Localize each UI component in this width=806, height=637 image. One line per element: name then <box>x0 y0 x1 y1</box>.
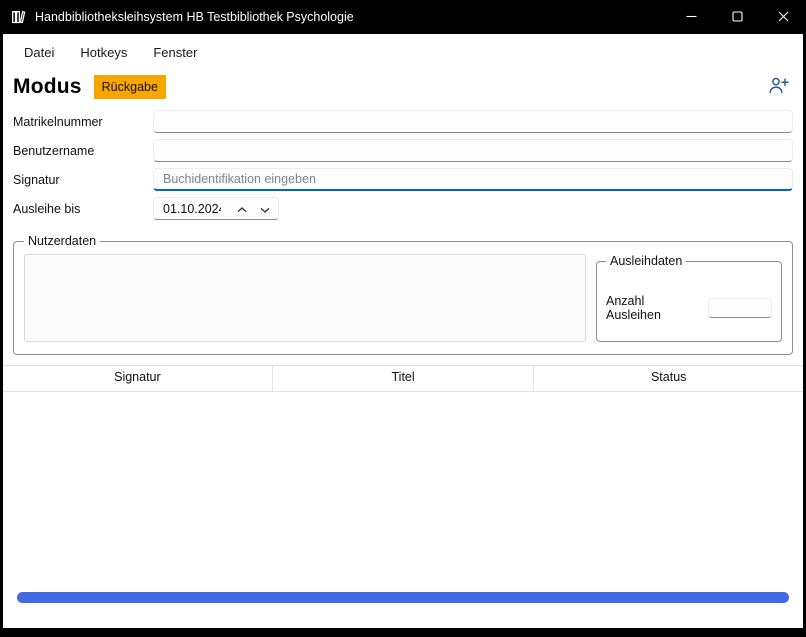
window-controls <box>668 0 806 34</box>
ausleihe-bis-datepicker <box>153 197 279 220</box>
date-decrement-button[interactable] <box>253 198 276 219</box>
ausleihdaten-group: Ausleihdaten Anzahl Ausleihen <box>596 254 782 342</box>
ausleihdaten-legend: Ausleihdaten <box>606 254 686 268</box>
chevron-up-icon <box>237 201 247 216</box>
app-icon <box>10 9 26 25</box>
anzahl-ausleihen-input[interactable] <box>708 298 772 318</box>
nutzerdaten-textarea[interactable] <box>24 254 586 342</box>
menu-item-datei[interactable]: Datei <box>11 41 67 64</box>
matrikelnummer-input[interactable] <box>153 110 793 133</box>
minimize-icon <box>686 10 697 25</box>
table-body <box>3 392 803 592</box>
maximize-icon <box>732 10 743 25</box>
titlebar[interactable]: Handbibliotheksleihsystem HB Testbibliot… <box>0 0 806 34</box>
anzahl-ausleihen-label: Anzahl Ausleihen <box>606 294 700 322</box>
ausleihe-bis-input[interactable] <box>154 198 230 219</box>
maximize-button[interactable] <box>714 0 760 34</box>
table-header: Signatur Titel Status <box>3 365 803 392</box>
matrikelnummer-label: Matrikelnummer <box>13 115 153 129</box>
window-body: Datei Hotkeys Fenster Modus Rückgabe <box>3 34 803 628</box>
mode-header: Modus Rückgabe <box>3 69 803 110</box>
date-increment-button[interactable] <box>230 198 253 219</box>
mode-badge: Rückgabe <box>94 75 166 99</box>
menu-item-fenster[interactable]: Fenster <box>140 41 210 64</box>
minimize-button[interactable] <box>668 0 714 34</box>
column-header-status[interactable]: Status <box>533 366 803 391</box>
lending-form: Matrikelnummer Benutzername Signatur Aus… <box>3 110 803 226</box>
chevron-down-icon <box>260 201 270 216</box>
progress-bar <box>17 592 789 603</box>
window-title: Handbibliotheksleihsystem HB Testbibliot… <box>35 10 354 24</box>
nutzerdaten-legend: Nutzerdaten <box>24 234 100 248</box>
add-user-button[interactable] <box>764 74 793 100</box>
menu-item-hotkeys[interactable]: Hotkeys <box>67 41 140 64</box>
add-user-icon <box>768 76 789 98</box>
close-button[interactable] <box>760 0 806 34</box>
benutzername-input[interactable] <box>153 139 793 162</box>
column-header-titel[interactable]: Titel <box>272 366 534 391</box>
app-window: Handbibliotheksleihsystem HB Testbibliot… <box>0 0 806 628</box>
signatur-label: Signatur <box>13 173 153 187</box>
benutzername-label: Benutzername <box>13 144 153 158</box>
menubar: Datei Hotkeys Fenster <box>3 34 803 69</box>
page-title: Modus <box>13 75 82 99</box>
column-header-signatur[interactable]: Signatur <box>3 366 272 391</box>
nutzerdaten-group: Nutzerdaten Ausleihdaten Anzahl Ausleihe… <box>13 234 793 355</box>
ausleihe-bis-label: Ausleihe bis <box>13 202 153 216</box>
close-icon <box>778 10 789 25</box>
signatur-input[interactable] <box>153 168 793 191</box>
